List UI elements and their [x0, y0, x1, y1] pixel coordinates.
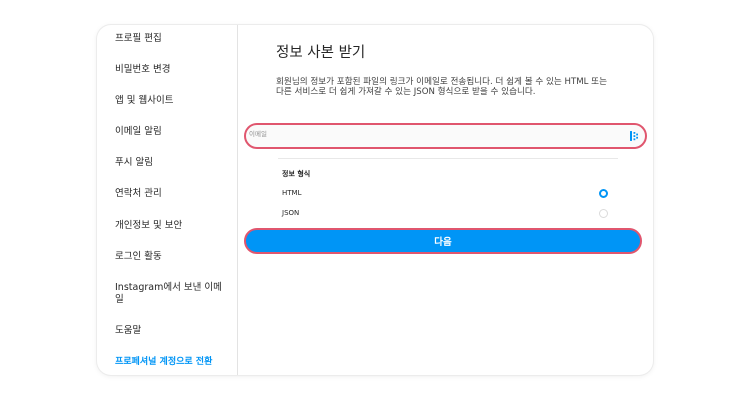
format-option-json-label: JSON	[282, 209, 300, 217]
format-radio-html[interactable]	[599, 189, 608, 198]
switch-to-professional-link[interactable]: 프로페셔널 계정으로 전환	[115, 356, 227, 368]
sidebar-item-emails-from-instagram[interactable]: Instagram에서 보낸 이메일	[115, 282, 227, 306]
format-option-html-label: HTML	[282, 189, 302, 197]
sidebar-item-edit-profile[interactable]: 프로필 편집	[115, 33, 227, 45]
download-data-panel: 정보 사본 받기 회원님의 정보가 포함된 파일의 링크가 이메일로 전송됩니다…	[238, 25, 653, 375]
page-description: 회원님의 정보가 포함된 파일의 링크가 이메일로 전송됩니다. 더 쉽게 볼 …	[276, 77, 607, 97]
settings-card: 프로필 편집 비밀번호 변경 앱 및 웹사이트 이메일 알림 푸시 알림 연락처…	[97, 25, 653, 375]
sidebar-item-manage-contacts[interactable]: 연락처 관리	[115, 188, 227, 200]
sidebar-item-email-notifications[interactable]: 이메일 알림	[115, 126, 227, 138]
settings-sidebar: 프로필 편집 비밀번호 변경 앱 및 웹사이트 이메일 알림 푸시 알림 연락처…	[97, 25, 238, 375]
format-radio-json[interactable]	[599, 209, 608, 218]
password-manager-icon[interactable]	[629, 130, 639, 142]
format-section-title: 정보 형식	[282, 170, 311, 178]
sidebar-item-login-activity[interactable]: 로그인 활동	[115, 251, 227, 263]
sidebar-item-push-notifications[interactable]: 푸시 알림	[115, 157, 227, 169]
sidebar-item-privacy-security[interactable]: 개인정보 및 보안	[115, 220, 227, 232]
next-button[interactable]: 다음	[244, 228, 642, 254]
email-field[interactable]: 이메일	[244, 123, 647, 149]
sidebar-item-help[interactable]: 도움말	[115, 325, 227, 337]
sidebar-item-change-password[interactable]: 비밀번호 변경	[115, 64, 227, 76]
sidebar-item-apps-websites[interactable]: 앱 및 웹사이트	[115, 95, 227, 107]
page-title: 정보 사본 받기	[276, 45, 366, 61]
section-divider	[278, 158, 618, 159]
email-input[interactable]	[249, 135, 609, 147]
